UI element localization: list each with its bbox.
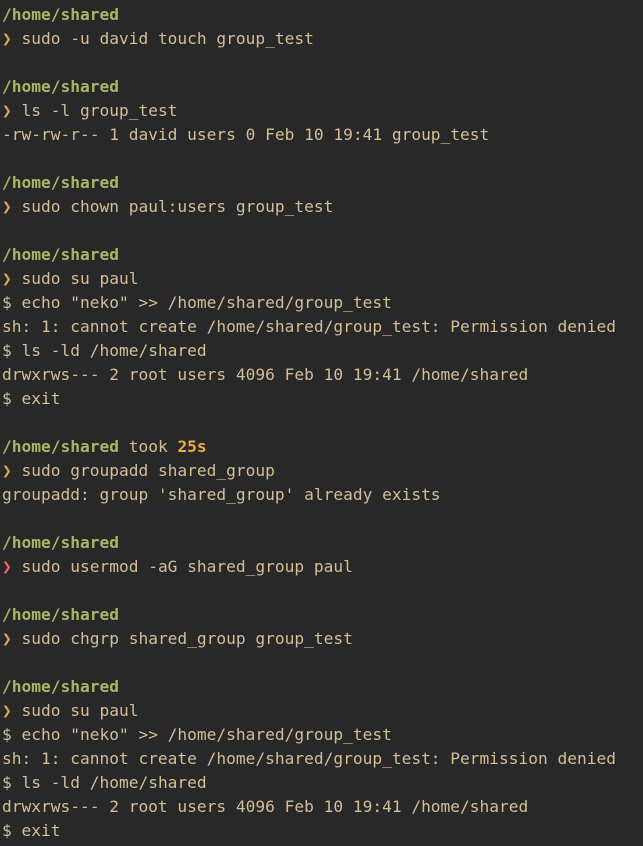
shell-prompt-symbol: $: [2, 821, 12, 840]
shell-prompt-symbol: $: [2, 341, 12, 360]
took-label: took: [128, 437, 168, 456]
shell-prompt-symbol: $: [2, 293, 12, 312]
prompt-chevron-icon: ❯: [2, 269, 12, 288]
command-text: exit: [21, 389, 61, 408]
command-output-line: drwxrws--- 2 root users 4096 Feb 10 19:4…: [2, 795, 643, 819]
cwd-path: /home/shared: [2, 605, 119, 624]
output-text: sh: 1: cannot create /home/shared/group_…: [2, 317, 616, 336]
command-text: ls -ld /home/shared: [21, 341, 207, 360]
prompt-chevron-icon: ❯: [2, 29, 12, 48]
shell-prompt-symbol: $: [2, 389, 12, 408]
cwd-path: /home/shared: [2, 533, 119, 552]
prompt-chevron-error-icon: ❯: [2, 557, 12, 576]
prompt-chevron-icon: ❯: [2, 197, 12, 216]
prompt-command-line: ❯ sudo -u david touch group_test: [2, 27, 643, 51]
output-text: -rw-rw-r-- 1 david users 0 Feb 10 19:41 …: [2, 125, 490, 144]
prompt-path-line: /home/shared: [2, 171, 643, 195]
shell-command-line: $ ls -ld /home/shared: [2, 771, 643, 795]
command-text: echo "neko" >> /home/shared/group_test: [21, 293, 392, 312]
cwd-path: /home/shared: [2, 677, 119, 696]
output-text: sh: 1: cannot create /home/shared/group_…: [2, 749, 616, 768]
command-text: sudo chgrp shared_group group_test: [21, 629, 353, 648]
shell-prompt-symbol: $: [2, 773, 12, 792]
cwd-path: /home/shared: [2, 245, 119, 264]
shell-command-line: $ exit: [2, 387, 643, 411]
shell-command-line: $ echo "neko" >> /home/shared/group_test: [2, 723, 643, 747]
shell-command-line: $ echo "neko" >> /home/shared/group_test: [2, 291, 643, 315]
command-text: sudo -u david touch group_test: [21, 29, 314, 48]
output-text: drwxrws--- 2 root users 4096 Feb 10 19:4…: [2, 797, 529, 816]
command-text: sudo usermod -aG shared_group paul: [21, 557, 353, 576]
shell-command-line: $ ls -ld /home/shared: [2, 339, 643, 363]
prompt-command-line: ❯ sudo groupadd shared_group: [2, 459, 643, 483]
command-text: sudo su paul: [21, 269, 139, 288]
output-text: drwxrws--- 2 root users 4096 Feb 10 19:4…: [2, 365, 529, 384]
prompt-chevron-icon: ❯: [2, 629, 12, 648]
cwd-path: /home/shared: [2, 77, 119, 96]
prompt-path-line: /home/shared took 25s: [2, 435, 643, 459]
prompt-command-line: ❯ sudo chown paul:users group_test: [2, 195, 643, 219]
cwd-path: /home/shared: [2, 5, 119, 24]
output-text: groupadd: group 'shared_group' already e…: [2, 485, 441, 504]
cwd-path: /home/shared: [2, 437, 119, 456]
prompt-command-line: ❯ sudo su paul: [2, 267, 643, 291]
prompt-path-line: /home/shared: [2, 243, 643, 267]
command-text: ls -ld /home/shared: [21, 773, 207, 792]
command-text: ls -l group_test: [21, 101, 178, 120]
command-text: sudo su paul: [21, 701, 139, 720]
command-output-line: -rw-rw-r-- 1 david users 0 Feb 10 19:41 …: [2, 123, 643, 147]
prompt-chevron-icon: ❯: [2, 701, 12, 720]
command-output-line: sh: 1: cannot create /home/shared/group_…: [2, 747, 643, 771]
prompt-command-line: ❯ sudo su paul: [2, 699, 643, 723]
prompt-path-line: /home/shared: [2, 3, 643, 27]
prompt-command-line: ❯ ls -l group_test: [2, 99, 643, 123]
command-text: sudo groupadd shared_group: [21, 461, 275, 480]
command-text: sudo chown paul:users group_test: [21, 197, 334, 216]
command-text: exit: [21, 821, 61, 840]
terminal-window[interactable]: /home/shared ❯ sudo -u david touch group_…: [0, 0, 643, 846]
prompt-chevron-icon: ❯: [2, 101, 12, 120]
prompt-command-line: ❯ sudo chgrp shared_group group_test: [2, 627, 643, 651]
cwd-path: /home/shared: [2, 173, 119, 192]
command-output-line: drwxrws--- 2 root users 4096 Feb 10 19:4…: [2, 363, 643, 387]
command-duration: 25s: [177, 437, 207, 456]
shell-command-line: $ exit: [2, 819, 643, 843]
prompt-path-line: /home/shared: [2, 603, 643, 627]
prompt-path-line: /home/shared: [2, 75, 643, 99]
command-text: echo "neko" >> /home/shared/group_test: [21, 725, 392, 744]
prompt-path-line: /home/shared: [2, 531, 643, 555]
prompt-chevron-icon: ❯: [2, 461, 12, 480]
prompt-command-line: ❯ sudo usermod -aG shared_group paul: [2, 555, 643, 579]
command-output-line: sh: 1: cannot create /home/shared/group_…: [2, 315, 643, 339]
prompt-path-line: /home/shared: [2, 675, 643, 699]
command-output-line: groupadd: group 'shared_group' already e…: [2, 483, 643, 507]
shell-prompt-symbol: $: [2, 725, 12, 744]
